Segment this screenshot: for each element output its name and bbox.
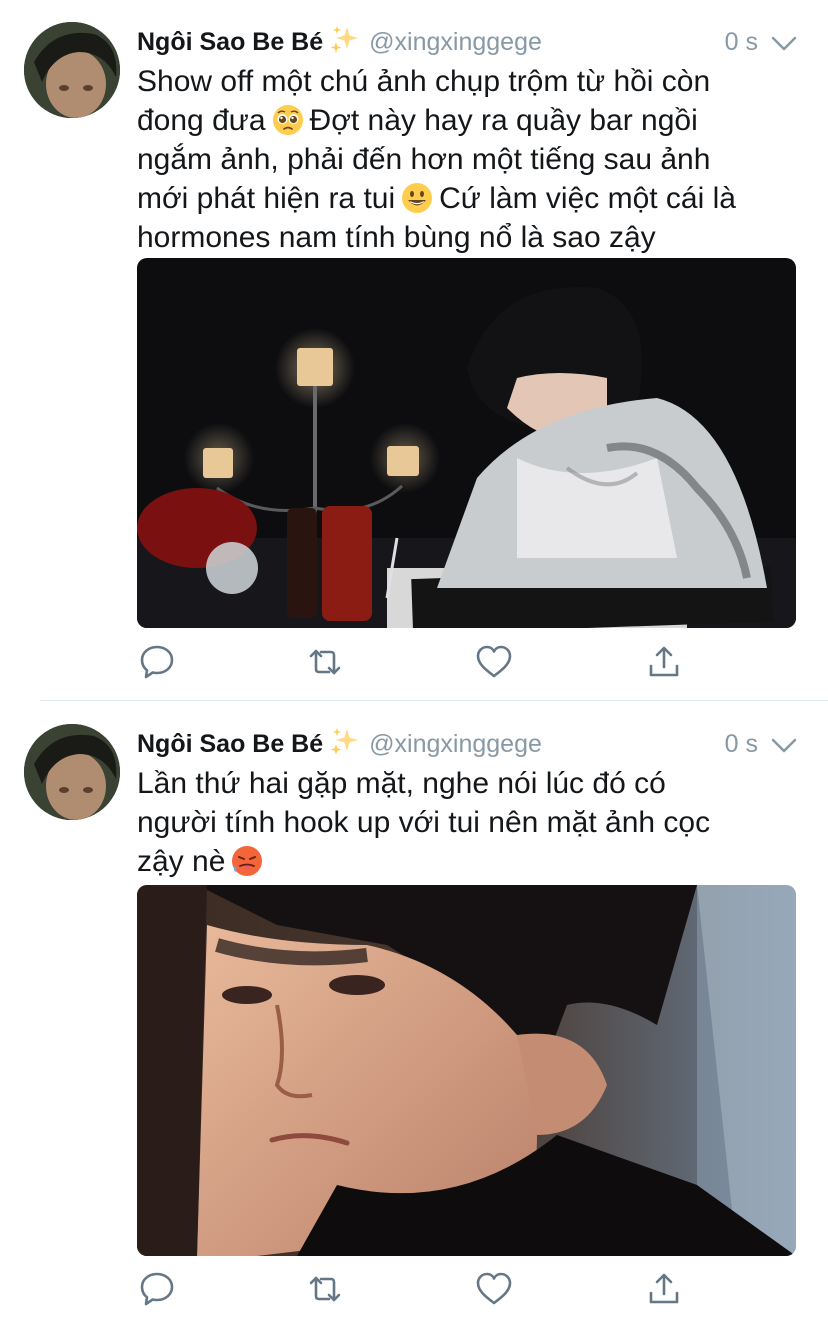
tweet-actions bbox=[137, 1269, 697, 1309]
heart-icon[interactable] bbox=[474, 1269, 514, 1309]
tweet-text-line: ngắm ảnh, phải đến hơn một tiếng sau ảnh bbox=[137, 143, 711, 176]
tweet-text: Show off một chú ảnh chụp trộm từ hồi cò… bbox=[137, 62, 807, 257]
tweet-text-line: hormones nam tính bùng nổ là sao zậy bbox=[137, 221, 656, 254]
tweet-text-line: Lần thứ hai gặp mặt, nghe nói lúc đó có bbox=[137, 767, 666, 800]
timestamp[interactable]: 0 s bbox=[725, 726, 758, 762]
tweet[interactable]: Ngôi Sao Be Bé @xingxinggege 0 s Show off… bbox=[0, 0, 828, 700]
tweet-header: Ngôi Sao Be Bé @xingxinggege 0 s bbox=[137, 24, 798, 60]
timestamp[interactable]: 0 s bbox=[725, 24, 758, 60]
retweet-icon[interactable] bbox=[305, 642, 345, 682]
tweet-text-line: zậy nè bbox=[137, 845, 226, 878]
tweet-photo[interactable] bbox=[137, 885, 796, 1256]
sparkles-icon bbox=[329, 726, 359, 766]
author-handle[interactable]: @xingxinggege bbox=[369, 28, 542, 56]
author-handle[interactable]: @xingxinggege bbox=[369, 730, 542, 758]
pleading-face-emoji bbox=[272, 104, 304, 136]
heart-icon[interactable] bbox=[474, 642, 514, 682]
tweet-text-line: Cứ làm việc một cái là bbox=[439, 182, 736, 215]
avatar[interactable] bbox=[24, 724, 120, 820]
tweet-photo[interactable] bbox=[137, 258, 796, 628]
share-icon[interactable] bbox=[644, 642, 684, 682]
tweet-text-line: Đợt này hay ra quầy bar ngồi bbox=[309, 104, 698, 137]
tweet-text-line: đong đưa bbox=[137, 104, 266, 137]
tweet-actions bbox=[137, 642, 697, 682]
retweet-icon[interactable] bbox=[305, 1269, 345, 1309]
chevron-down-icon[interactable] bbox=[770, 732, 798, 756]
author-name[interactable]: Ngôi Sao Be Bé bbox=[137, 730, 323, 758]
tweet-text: Lần thứ hai gặp mặt, nghe nói lúc đó có … bbox=[137, 764, 807, 881]
tweet-header: Ngôi Sao Be Bé @xingxinggege 0 s bbox=[137, 726, 798, 762]
reply-icon[interactable] bbox=[137, 1269, 177, 1309]
grinning-face-emoji bbox=[401, 182, 433, 214]
tweet-divider bbox=[40, 700, 828, 701]
avatar[interactable] bbox=[24, 22, 120, 118]
share-icon[interactable] bbox=[644, 1269, 684, 1309]
chevron-down-icon[interactable] bbox=[770, 30, 798, 54]
author-name[interactable]: Ngôi Sao Be Bé bbox=[137, 28, 323, 56]
tweet-text-line: Show off một chú ảnh chụp trộm từ hồi cò… bbox=[137, 65, 711, 98]
hot-face-emoji bbox=[231, 845, 263, 877]
tweet[interactable]: Ngôi Sao Be Bé @xingxinggege 0 s Lần thứ … bbox=[0, 702, 828, 1331]
reply-icon[interactable] bbox=[137, 642, 177, 682]
tweet-text-line: người tính hook up với tui nên mặt ảnh c… bbox=[137, 806, 711, 839]
tweet-text-line: mới phát hiện ra tui bbox=[137, 182, 396, 215]
sparkles-icon bbox=[329, 24, 359, 64]
